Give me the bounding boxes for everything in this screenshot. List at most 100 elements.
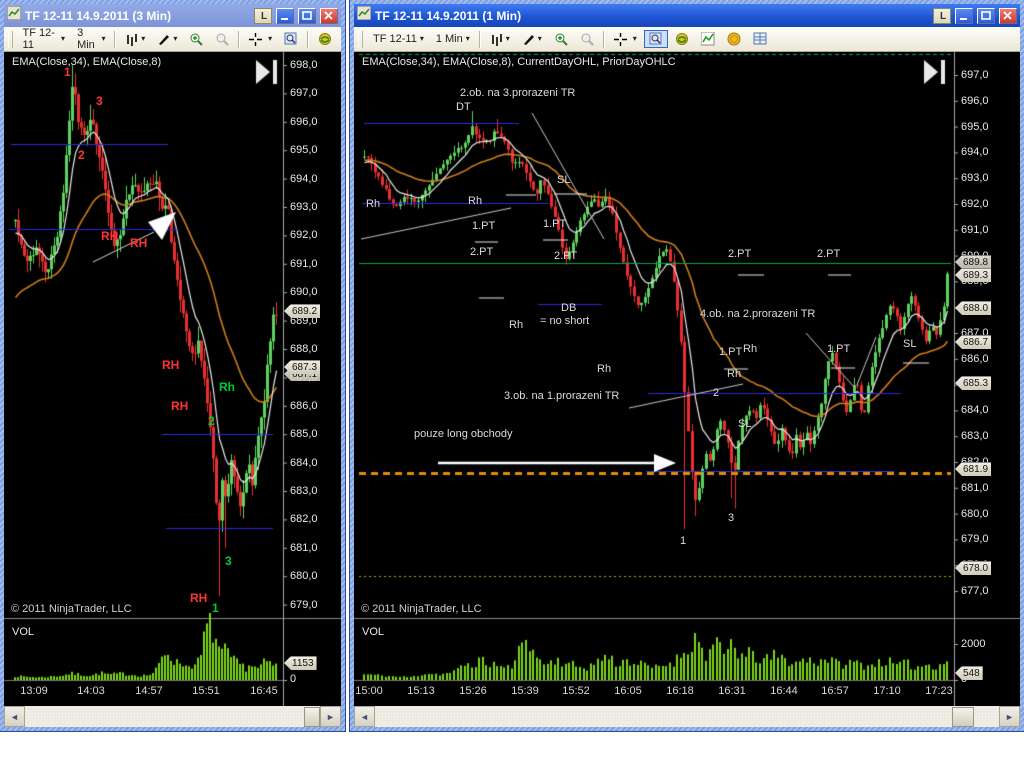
data-box-button[interactable] [279, 30, 303, 48]
zoom-out-button[interactable] [210, 30, 234, 48]
minimize-button[interactable] [955, 7, 973, 24]
time-tick-label: 15:51 [192, 685, 220, 697]
chart-annotation: 2.ob. na 3.prorazeni TR [460, 87, 576, 99]
crosshair-icon [249, 32, 263, 46]
toolbar: TF 12-11 ▾ 1 Min ▾ ▾ ▾ ▾ [354, 27, 1020, 52]
interval-selector[interactable]: 1 Min ▾ [431, 31, 475, 47]
indicator-legend: EMA(Close,34), EMA(Close,8), CurrentDayO… [362, 56, 676, 68]
chart-annotation: 2 [713, 387, 720, 399]
time-tick-label: 17:10 [873, 685, 901, 697]
crosshair-button[interactable]: ▾ [609, 31, 642, 48]
price-tick-label: 692,0 [290, 229, 318, 242]
bars-icon [127, 33, 138, 46]
price-tick-label: 685,0 [290, 428, 318, 441]
minimize-button[interactable] [276, 7, 294, 24]
maximize-button[interactable] [977, 7, 995, 24]
data-box-button[interactable] [643, 30, 668, 48]
price-tick-label: 695,0 [290, 144, 318, 157]
global-link-button[interactable] [670, 30, 694, 48]
crosshair-button[interactable]: ▾ [244, 31, 277, 48]
chart-style-button[interactable]: ▾ [120, 31, 150, 48]
chart-annotation: 1 [212, 601, 219, 615]
price-tick-label: 696,0 [290, 115, 318, 128]
price-tick-label: 683,0 [290, 485, 318, 497]
time-tick-label: 15:26 [459, 685, 487, 697]
toolbar-grip[interactable] [8, 30, 13, 48]
scroll-left-button[interactable]: ◄ [354, 706, 375, 727]
chart-annotation: Rh [509, 319, 524, 331]
crosshair-icon [613, 32, 627, 46]
zoom-out-button[interactable] [575, 30, 599, 48]
price-tick-label: 679,0 [961, 533, 989, 546]
pencil-icon [159, 34, 170, 45]
price-marker-badge: 685.3 [955, 376, 992, 390]
toolbar-grip[interactable] [358, 30, 363, 48]
grid-view-button[interactable] [748, 30, 772, 48]
price-tick-label: 680,0 [961, 507, 989, 520]
chart-annotation: DT [456, 101, 471, 113]
price-tick-label: 694,0 [961, 146, 989, 159]
link-icon [675, 33, 688, 45]
bars-icon [491, 33, 502, 46]
price-tick-label: 690,0 [290, 286, 318, 299]
price-tick-label: 695,0 [961, 120, 989, 133]
chart-annotation: RH [162, 358, 180, 372]
scrollbar-thumb[interactable] [952, 707, 974, 727]
close-button[interactable] [999, 7, 1017, 24]
toolbar: TF 12-11 ▾ 3 Min ▾ ▾ ▾ ▾ [4, 27, 341, 52]
close-button[interactable] [320, 7, 338, 24]
chart-annotation: DB [561, 302, 577, 314]
copyright-label: © 2011 NinjaTrader, LLC [11, 603, 132, 615]
horizontal-scrollbar[interactable]: ◄ ► [4, 706, 341, 727]
link-icon [319, 33, 332, 45]
chart-annotation: RH [101, 229, 119, 243]
zoom-in-button[interactable] [184, 30, 208, 48]
data-box-icon [284, 32, 297, 45]
chart-annotation: SL [738, 418, 752, 430]
instrument-selector[interactable]: TF 12-11 ▾ [18, 25, 71, 53]
price-marker-badge: 681.9 [955, 462, 992, 476]
chart-annotation: 3 [225, 554, 232, 568]
zoom-in-button[interactable] [549, 30, 573, 48]
time-tick-label: 13:09 [20, 685, 48, 697]
chart-trader-button[interactable] [696, 30, 720, 48]
scrollbar-thumb[interactable] [304, 707, 320, 727]
link-button[interactable]: L [254, 7, 272, 24]
titlebar[interactable]: TF 12-11 14.9.2011 (1 Min) L [354, 4, 1020, 27]
volume-panel-label: VOL [12, 626, 35, 638]
chart-annotation: 1 [64, 65, 71, 79]
drawing-tools-button[interactable]: ▾ [152, 31, 182, 48]
chart-annotation: Rh [219, 380, 235, 394]
chart-annotation: RH [190, 591, 208, 605]
chart-annotation: = no short [540, 315, 590, 327]
mini-chart-icon [700, 32, 715, 46]
chart-annotation: 1.PT [827, 343, 851, 355]
price-marker-badge: 689.3 [955, 268, 992, 282]
chevron-down-icon: ▾ [268, 34, 273, 43]
time-tick-label: 16:45 [250, 685, 278, 697]
price-marker-badge: 688.0 [955, 301, 992, 315]
chart-style-button[interactable]: ▾ [485, 31, 515, 48]
global-link-button[interactable] [313, 30, 337, 48]
maximize-button[interactable] [298, 7, 316, 24]
chart-annotation: 1 [680, 535, 687, 547]
scroll-right-button[interactable]: ► [320, 706, 341, 727]
horizontal-scrollbar[interactable]: ◄ ► [354, 706, 1020, 727]
chart-annotation: 3.ob. na 1.prorazeni TR [504, 390, 620, 402]
link-button[interactable]: L [933, 7, 951, 24]
chart-annotation: SL [903, 338, 917, 350]
time-tick-label: 15:00 [355, 685, 383, 697]
chart-annotation: SL [557, 174, 571, 186]
instrument-selector[interactable]: TF 12-11 ▾ [368, 31, 429, 47]
scroll-right-button[interactable]: ► [999, 706, 1020, 727]
chart-annotation: Rh [468, 195, 483, 207]
chevron-down-icon: ▾ [419, 34, 424, 43]
window-title: TF 12-11 14.9.2011 (3 Min) [25, 8, 172, 23]
titlebar[interactable]: TF 12-11 14.9.2011 (3 Min) L [4, 4, 341, 27]
drawing-tools-button[interactable]: ▾ [517, 31, 547, 48]
account-button[interactable] [722, 30, 746, 48]
scroll-left-button[interactable]: ◄ [4, 706, 25, 727]
chart-annotation: Rh [366, 198, 381, 210]
interval-selector[interactable]: 3 Min ▾ [72, 25, 110, 53]
price-tick-label: 696,0 [961, 94, 989, 107]
